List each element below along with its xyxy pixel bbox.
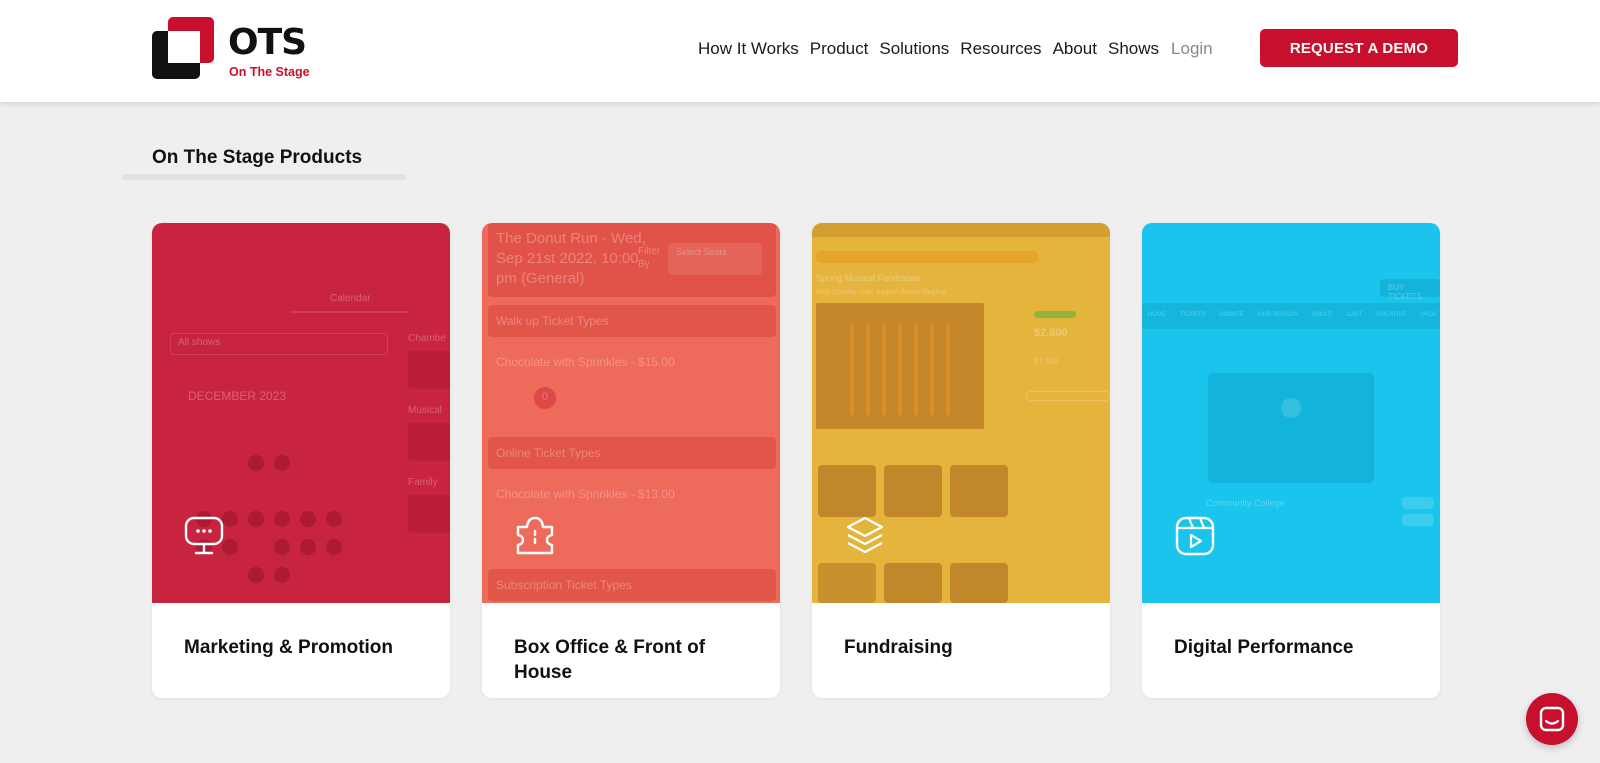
overlay-event: The Donut Run - Wed, Sep 21st 2022, 10:0… bbox=[496, 230, 646, 287]
overlay-menu: HOME TICKETS DONATE OUR SEASON ABOUT CAS… bbox=[1148, 312, 1437, 318]
product-card-digital-performance[interactable]: BUY TICKETS HOME TICKETS DONATE OUR SEAS… bbox=[1142, 223, 1440, 698]
overlay-item-1: Chocolate with Sprinkles - $15.00 bbox=[496, 355, 675, 369]
nav-shows[interactable]: Shows bbox=[1108, 38, 1159, 60]
card-title: Marketing & Promotion bbox=[184, 637, 394, 658]
nav-resources[interactable]: Resources bbox=[960, 38, 1041, 60]
ots-logo[interactable]: OTS On The Stage bbox=[152, 17, 322, 81]
nav-solutions[interactable]: Solutions bbox=[879, 38, 949, 60]
section-title: On The Stage Products bbox=[152, 147, 363, 168]
overlay-side-2: Musical bbox=[408, 405, 442, 416]
nav-product[interactable]: Product bbox=[810, 38, 869, 60]
chat-icon bbox=[1539, 706, 1565, 732]
overlay-menu-item: ABOUT bbox=[1311, 312, 1333, 318]
overlay-group-3: Subscription Ticket Types bbox=[496, 578, 632, 592]
overlay-month: DECEMBER 2023 bbox=[188, 389, 287, 403]
overlay-filter: Filter By bbox=[638, 246, 661, 270]
request-demo-button[interactable]: REQUEST A DEMO bbox=[1260, 29, 1458, 67]
nav-how-it-works[interactable]: How It Works bbox=[698, 38, 799, 60]
nav-login[interactable]: Login bbox=[1171, 38, 1213, 60]
stage-curtain-image bbox=[850, 325, 950, 415]
ots-logo-mark bbox=[152, 17, 214, 79]
overlay-side-1: Chambe bbox=[408, 333, 446, 344]
overlay-tab: Calendar bbox=[330, 293, 371, 304]
main-nav: How It Works Product Solutions Resources… bbox=[698, 38, 1213, 60]
presentation-chat-icon bbox=[184, 516, 224, 555]
overlay-raised: $2,800 bbox=[1034, 327, 1068, 339]
ticket-icon bbox=[516, 516, 554, 555]
overlay-side-3: Family bbox=[408, 477, 438, 488]
overlay-item-2: Chocolate with Sprinkles - $13.00 bbox=[496, 487, 675, 501]
overlay-menu-item: OUR SEASON bbox=[1257, 312, 1298, 318]
logo-name: OTS bbox=[228, 22, 307, 63]
product-card-box-office[interactable]: The Donut Run - Wed, Sep 21st 2022, 10:0… bbox=[482, 223, 780, 698]
card-media: Spring Musical Fundraiser Help Dorothy G… bbox=[812, 223, 1110, 603]
card-title: Box Office & Front of House bbox=[514, 637, 706, 683]
play-overlay-icon bbox=[1281, 398, 1301, 418]
card-title: Digital Performance bbox=[1174, 637, 1354, 658]
card-media: BUY TICKETS HOME TICKETS DONATE OUR SEAS… bbox=[1142, 223, 1440, 603]
overlay-venue: Community College bbox=[1206, 498, 1285, 508]
overlay-goal: $7,500 bbox=[1034, 357, 1059, 366]
product-card-marketing[interactable]: Calendar All shows DECEMBER 2023 Chambe … bbox=[152, 223, 450, 698]
overlay-menu-item: SHOP bbox=[1420, 312, 1438, 318]
overlay-filter-select: Select Seats bbox=[676, 247, 727, 257]
card-title: Fundraising bbox=[844, 637, 953, 658]
overlay-menu-item: HOME bbox=[1148, 312, 1166, 318]
overlay-menu-item: CREATIVE bbox=[1376, 312, 1407, 318]
overlay-qty: 0 bbox=[542, 391, 549, 403]
calendar-grid bbox=[196, 455, 342, 583]
overlay-buy: BUY TICKETS bbox=[1388, 283, 1422, 301]
video-play-icon bbox=[1175, 516, 1215, 556]
product-card-fundraising[interactable]: Spring Musical Fundraiser Help Dorothy G… bbox=[812, 223, 1110, 698]
overlay-menu-item: CAST bbox=[1346, 312, 1363, 318]
chat-launcher-button[interactable] bbox=[1526, 693, 1578, 745]
overlay-group-2: Online Ticket Types bbox=[496, 446, 601, 460]
nav-about[interactable]: About bbox=[1053, 38, 1097, 60]
overlay-heading: Spring Musical Fundraiser bbox=[816, 273, 921, 283]
overlay-subheading: Help Dorothy Gale support Arena Staging! bbox=[816, 289, 947, 296]
overlay-menu-item: TICKETS bbox=[1180, 312, 1206, 318]
site-header: OTS On The Stage How It Works Product So… bbox=[0, 0, 1600, 102]
logo-tagline: On The Stage bbox=[229, 65, 310, 79]
overlay-menu-item: DONATE bbox=[1219, 312, 1244, 318]
card-media: The Donut Run - Wed, Sep 21st 2022, 10:0… bbox=[482, 223, 780, 603]
section-underline bbox=[122, 174, 406, 180]
card-media: Calendar All shows DECEMBER 2023 Chambe … bbox=[152, 223, 450, 603]
overlay-select: All shows bbox=[178, 337, 221, 348]
overlay-group-1: Walk up Ticket Types bbox=[496, 314, 609, 328]
layers-icon bbox=[846, 516, 884, 554]
